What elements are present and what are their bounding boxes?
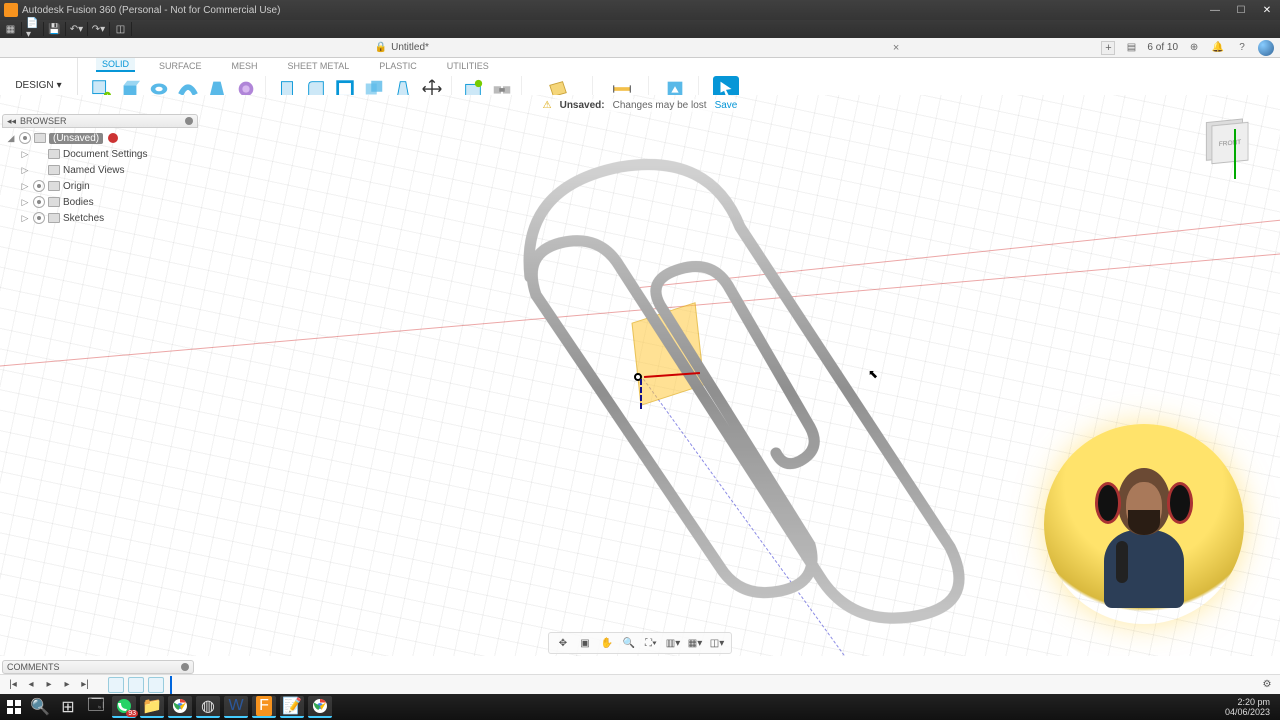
comments-title: COMMENTS bbox=[7, 662, 60, 672]
comments-panel[interactable]: COMMENTS bbox=[2, 660, 194, 674]
redo-icon[interactable]: ↷▾ bbox=[92, 22, 110, 36]
zoom-icon[interactable]: 🔍 bbox=[621, 635, 637, 651]
workspace-label: DESIGN bbox=[15, 80, 53, 91]
window-title: Autodesk Fusion 360 (Personal - Not for … bbox=[22, 5, 280, 16]
browser-title: BROWSER bbox=[20, 116, 67, 126]
timeline-marker[interactable] bbox=[170, 676, 172, 694]
extensions-icon[interactable]: ⊕ bbox=[1186, 40, 1202, 56]
timeline-settings-icon[interactable]: ⚙ bbox=[1260, 678, 1274, 692]
comments-collapse-icon[interactable] bbox=[181, 663, 189, 671]
search-icon[interactable]: 🔍 bbox=[28, 696, 52, 718]
visibility-icon[interactable] bbox=[33, 196, 45, 208]
unsaved-label: Unsaved: bbox=[560, 100, 605, 111]
cursor-icon: ⬉ bbox=[868, 367, 878, 381]
z-handle bbox=[640, 379, 642, 409]
record-icon[interactable] bbox=[108, 133, 118, 143]
timeline-end-icon[interactable]: ▸| bbox=[78, 678, 92, 692]
timeline-feature-1[interactable] bbox=[108, 677, 124, 693]
lock-icon: 🔒 bbox=[375, 42, 387, 53]
tree-origin[interactable]: ▷ Origin bbox=[2, 178, 198, 194]
profile-avatar[interactable] bbox=[1258, 40, 1274, 56]
visibility-icon[interactable] bbox=[33, 212, 45, 224]
tab-solid[interactable]: SOLID bbox=[96, 58, 135, 72]
look-at-icon[interactable]: ▣ bbox=[577, 635, 593, 651]
tree-bodies[interactable]: ▷ Bodies bbox=[2, 194, 198, 210]
display-icon[interactable]: ▥▾ bbox=[665, 635, 681, 651]
minimize-button[interactable]: — bbox=[1202, 0, 1228, 20]
help-icon[interactable]: ? bbox=[1234, 40, 1250, 56]
file-menu-icon[interactable]: 📄▾ bbox=[26, 22, 44, 36]
file-explorer-icon[interactable]: 📁 bbox=[140, 696, 164, 718]
new-tab-button[interactable]: + bbox=[1101, 41, 1115, 55]
system-clock[interactable]: 2:20 pm 04/06/2023 bbox=[1225, 697, 1276, 717]
tab-sheet-metal[interactable]: SHEET METAL bbox=[282, 60, 356, 72]
warning-icon: ⚠ bbox=[543, 100, 552, 111]
start-button[interactable] bbox=[4, 697, 24, 717]
timeline-play-icon[interactable]: ▸ bbox=[42, 678, 56, 692]
task-view-icon[interactable]: ⊞ bbox=[56, 696, 80, 718]
document-title[interactable]: Untitled* bbox=[391, 42, 429, 53]
tree-document-settings[interactable]: ▷ Document Settings bbox=[2, 146, 198, 162]
fit-icon[interactable]: ⛶▾ bbox=[643, 635, 659, 651]
fusion-icon[interactable]: F bbox=[252, 696, 276, 718]
save-icon[interactable]: 💾 bbox=[48, 22, 66, 36]
close-button[interactable]: ✕ bbox=[1254, 0, 1280, 20]
notifications-icon[interactable]: 🔔 bbox=[1210, 40, 1226, 56]
data-panel-icon[interactable]: ▦ bbox=[4, 22, 22, 36]
quick-access-toolbar: ▦ 📄▾ 💾 ↶▾ ↷▾ ◫ bbox=[0, 20, 1280, 38]
timeline-feature-3[interactable] bbox=[148, 677, 164, 693]
maximize-button[interactable]: ☐ bbox=[1228, 0, 1254, 20]
unsaved-message: Changes may be lost bbox=[613, 100, 707, 111]
view-cube[interactable]: FRONT bbox=[1202, 115, 1256, 169]
tab-mesh[interactable]: MESH bbox=[226, 60, 264, 72]
timeline-feature-2[interactable] bbox=[128, 677, 144, 693]
undo-icon[interactable]: ↶▾ bbox=[70, 22, 88, 36]
windows-taskbar: 🔍 ⊞ 🗔 93 📁 ◍ W F 📝 2:20 pm 04/06/2023 bbox=[0, 694, 1280, 720]
doc-list-icon[interactable]: ▤ bbox=[1123, 40, 1139, 56]
tab-utilities[interactable]: UTILITIES bbox=[441, 60, 495, 72]
navigation-bar: ✥ ▣ ✋ 🔍 ⛶▾ ▥▾ ▦▾ ◫▾ bbox=[548, 632, 732, 654]
obs-icon[interactable]: ◍ bbox=[196, 696, 220, 718]
doc-counter: 6 of 10 bbox=[1147, 42, 1178, 53]
save-link[interactable]: Save bbox=[715, 100, 738, 111]
pan-icon[interactable]: ✋ bbox=[599, 635, 615, 651]
chrome2-icon[interactable] bbox=[308, 696, 332, 718]
app-icon bbox=[4, 3, 18, 17]
grid-icon[interactable]: ▦▾ bbox=[687, 635, 703, 651]
word-icon[interactable]: W bbox=[224, 696, 248, 718]
tree-named-views[interactable]: ▷ Named Views bbox=[2, 162, 198, 178]
notepad-icon[interactable]: 📝 bbox=[280, 696, 304, 718]
browser-collapse-icon[interactable] bbox=[185, 117, 193, 125]
visibility-icon[interactable] bbox=[33, 180, 45, 192]
timeline: |◂ ◂ ▸ ▸ ▸| ⚙ bbox=[0, 674, 1280, 694]
tab-surface[interactable]: SURFACE bbox=[153, 60, 208, 72]
chrome-icon[interactable] bbox=[168, 696, 192, 718]
timeline-back-icon[interactable]: ◂ bbox=[24, 678, 38, 692]
tree-sketches[interactable]: ▷ Sketches bbox=[2, 210, 198, 226]
visibility-icon[interactable] bbox=[19, 132, 31, 144]
orbit-icon[interactable]: ✥ bbox=[555, 635, 571, 651]
timeline-start-icon[interactable]: |◂ bbox=[6, 678, 20, 692]
tab-plastic[interactable]: PLASTIC bbox=[373, 60, 423, 72]
extension-icon[interactable]: ◫ bbox=[114, 22, 132, 36]
tree-root[interactable]: ◢ (Unsaved) bbox=[2, 130, 198, 146]
component-icon bbox=[34, 133, 46, 143]
timeline-fwd-icon[interactable]: ▸ bbox=[60, 678, 74, 692]
webcam-overlay bbox=[1044, 424, 1244, 624]
z-axis-indicator bbox=[1234, 129, 1236, 179]
viewports-icon[interactable]: ◫▾ bbox=[709, 635, 725, 651]
browser-header[interactable]: ◂◂ BROWSER bbox=[2, 114, 198, 128]
explorer-icon[interactable]: 🗔 bbox=[84, 696, 108, 718]
whatsapp-icon[interactable]: 93 bbox=[112, 696, 136, 718]
